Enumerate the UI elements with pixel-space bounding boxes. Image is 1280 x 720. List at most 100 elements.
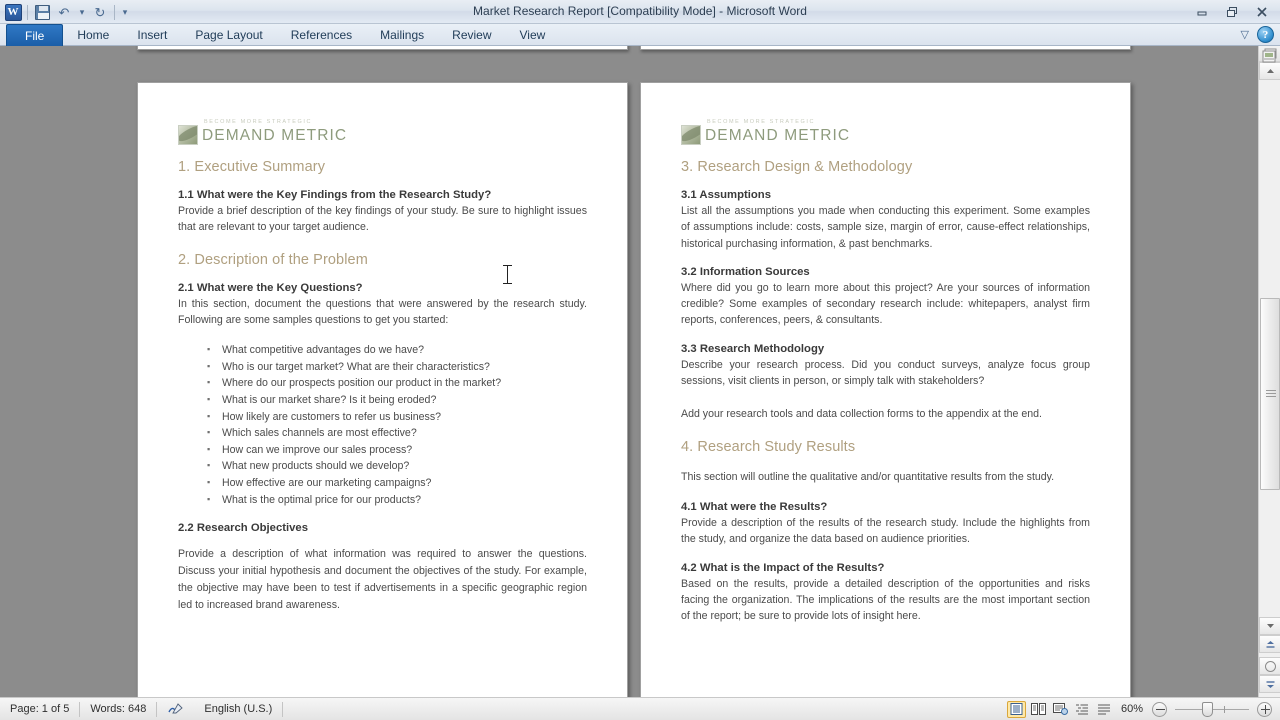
language-indicator[interactable]: English (U.S.) — [194, 698, 282, 720]
logo-name-part1: Demand — [202, 127, 276, 144]
status-divider-3 — [282, 701, 284, 717]
list-item: What new products should we develop? — [178, 457, 587, 475]
double-arrow-down-icon — [1266, 680, 1274, 688]
restore-button[interactable] — [1218, 2, 1246, 21]
web-layout-icon — [1052, 703, 1068, 715]
zoom-slider-midpoint — [1224, 705, 1225, 713]
select-browse-object-button[interactable] — [1259, 657, 1280, 675]
paragraph-2-1: In this section, document the questions … — [178, 297, 587, 326]
demand-metric-mark-icon — [681, 125, 701, 145]
subheading-4-2: 4.2 What is the Impact of the Results? — [681, 561, 885, 574]
tab-insert[interactable]: Insert — [123, 24, 181, 46]
logo-text-wrap: BECOME MORE STRATEGIC Demand Metric — [202, 119, 347, 145]
close-icon — [1257, 6, 1267, 17]
tab-mailings[interactable]: Mailings — [366, 24, 438, 46]
zoom-slider[interactable] — [1175, 701, 1249, 717]
paragraph-4-1: Provide a description of the results of … — [681, 516, 1090, 546]
proofing-errors-icon — [168, 702, 184, 713]
view-print-layout-button[interactable] — [1006, 700, 1026, 718]
tab-home[interactable]: Home — [63, 24, 123, 46]
view-web-layout-button[interactable] — [1051, 701, 1070, 718]
heading-research-study-results: 4. Research Study Results — [681, 438, 856, 455]
restore-icon — [1227, 6, 1237, 17]
demand-metric-mark-icon — [178, 125, 198, 145]
list-item: How effective are our marketing campaign… — [178, 474, 587, 492]
vertical-scrollbar[interactable] — [1258, 46, 1280, 697]
word-window: W ↶ ▾ ↻ ▾ Market Research Report [Compat… — [0, 0, 1280, 720]
subheading-3-3: 3.3 Research Methodology — [681, 342, 825, 355]
logo-tagline: BECOME MORE STRATEGIC — [204, 119, 313, 125]
scroll-down-button[interactable] — [1259, 617, 1280, 635]
ruler-toggle-button[interactable] — [1260, 48, 1278, 64]
tab-file[interactable]: File — [6, 24, 64, 46]
list-item: What competitive advantages do we have? — [178, 341, 587, 359]
subheading-1-1: 1.1 What were the Key Findings from the … — [178, 189, 492, 201]
list-item: What is our market share? Is it being er… — [178, 391, 587, 409]
arrow-down-icon — [1266, 624, 1274, 628]
tab-review[interactable]: Review — [438, 24, 505, 46]
zoom-level-label[interactable]: 60% — [1121, 703, 1143, 715]
subheading-2-1: 2.1 What were the Key Questions? — [178, 281, 363, 294]
view-ruler-icon — [1262, 50, 1276, 62]
view-full-screen-reading-button[interactable] — [1029, 701, 1048, 718]
logo-name: Demand Metric — [202, 127, 347, 145]
paragraph-4-2: Based on the results, provide a detailed… — [681, 577, 1090, 623]
view-outline-button[interactable] — [1073, 701, 1092, 718]
logo-name-part1: Demand — [705, 127, 779, 144]
scrollbar-thumb[interactable] — [1260, 298, 1280, 490]
list-item: Which sales channels are most effective? — [178, 424, 587, 442]
document-page-right[interactable]: BECOME MORE STRATEGIC Demand Metric 3. R… — [640, 82, 1131, 697]
logo-name-part2: Metric — [281, 127, 348, 144]
paragraph-3-1: List all the assumptions you made when c… — [681, 205, 1090, 250]
tab-view[interactable]: View — [506, 24, 560, 46]
next-page-button[interactable] — [1259, 675, 1280, 693]
scroll-up-button[interactable] — [1259, 62, 1280, 80]
document-page-left[interactable]: BECOME MORE STRATEGIC Demand Metric 1. E… — [137, 82, 628, 697]
document-canvas[interactable]: BECOME MORE STRATEGIC Demand Metric 1. E… — [0, 46, 1258, 697]
close-button[interactable] — [1248, 2, 1276, 21]
subheading-4-1: 4.1 What were the Results? — [681, 500, 828, 513]
title-bar: W ↶ ▾ ↻ ▾ Market Research Report [Compat… — [0, 0, 1280, 24]
scrollbar-grip-icon — [1266, 390, 1276, 398]
zoom-in-button[interactable] — [1257, 701, 1272, 717]
ribbon-right-controls: ▽ ? — [1241, 26, 1274, 43]
paragraph-3-appendix: Add your research tools and data collect… — [681, 408, 1042, 421]
demand-metric-logo: BECOME MORE STRATEGIC Demand Metric — [178, 119, 587, 145]
key-questions-list: What competitive advantages do we have? … — [178, 341, 587, 509]
word-count[interactable]: Words: 648 — [80, 698, 156, 720]
page-indicator[interactable]: Page: 1 of 5 — [0, 698, 79, 720]
tab-page-layout[interactable]: Page Layout — [181, 24, 276, 46]
heading-research-design: 3. Research Design & Methodology — [681, 159, 913, 175]
outline-icon — [1076, 704, 1089, 715]
list-item: What is the optimal price for our produc… — [178, 491, 587, 509]
heading-executive-summary: 1. Executive Summary — [178, 159, 326, 175]
logo-tagline: BECOME MORE STRATEGIC — [707, 119, 816, 125]
arrow-up-icon — [1266, 69, 1274, 73]
previous-page-button[interactable] — [1259, 635, 1280, 653]
view-draft-button[interactable] — [1095, 701, 1114, 718]
minimize-button[interactable] — [1188, 2, 1216, 21]
list-item: Where do our prospects position our prod… — [178, 374, 587, 392]
paragraph-3-2: Where did you go to learn more about thi… — [681, 281, 1090, 327]
window-controls — [1188, 2, 1276, 21]
double-arrow-up-icon — [1266, 640, 1274, 648]
subheading-3-2: 3.2 Information Sources — [681, 265, 810, 278]
paragraph-4-intro: This section will outline the qualitativ… — [681, 470, 1055, 483]
list-item: Who is our target market? What are their… — [178, 358, 587, 376]
print-layout-icon — [1010, 703, 1023, 715]
subheading-2-2: 2.2 Research Objectives — [178, 522, 308, 535]
ribbon-tab-bar: File Home Insert Page Layout References … — [0, 24, 1280, 46]
heading-description-of-problem: 2. Description of the Problem — [178, 251, 368, 268]
demand-metric-logo-right: BECOME MORE STRATEGIC Demand Metric — [681, 119, 1090, 145]
status-bar: Page: 1 of 5 Words: 648 English (U.S.) 6… — [0, 697, 1280, 720]
previous-page-right-sheet — [640, 46, 1131, 50]
ribbon-tabs: File Home Insert Page Layout References … — [6, 24, 559, 46]
minimize-ribbon-icon[interactable]: ▽ — [1241, 28, 1249, 41]
tab-references[interactable]: References — [277, 24, 366, 46]
proofing-status-button[interactable] — [157, 698, 194, 720]
help-button[interactable]: ? — [1257, 26, 1274, 43]
view-and-zoom-controls: 60% — [1006, 700, 1280, 718]
zoom-slider-handle[interactable] — [1202, 701, 1213, 717]
browse-object-icon — [1264, 660, 1276, 672]
zoom-out-button[interactable] — [1152, 701, 1167, 717]
